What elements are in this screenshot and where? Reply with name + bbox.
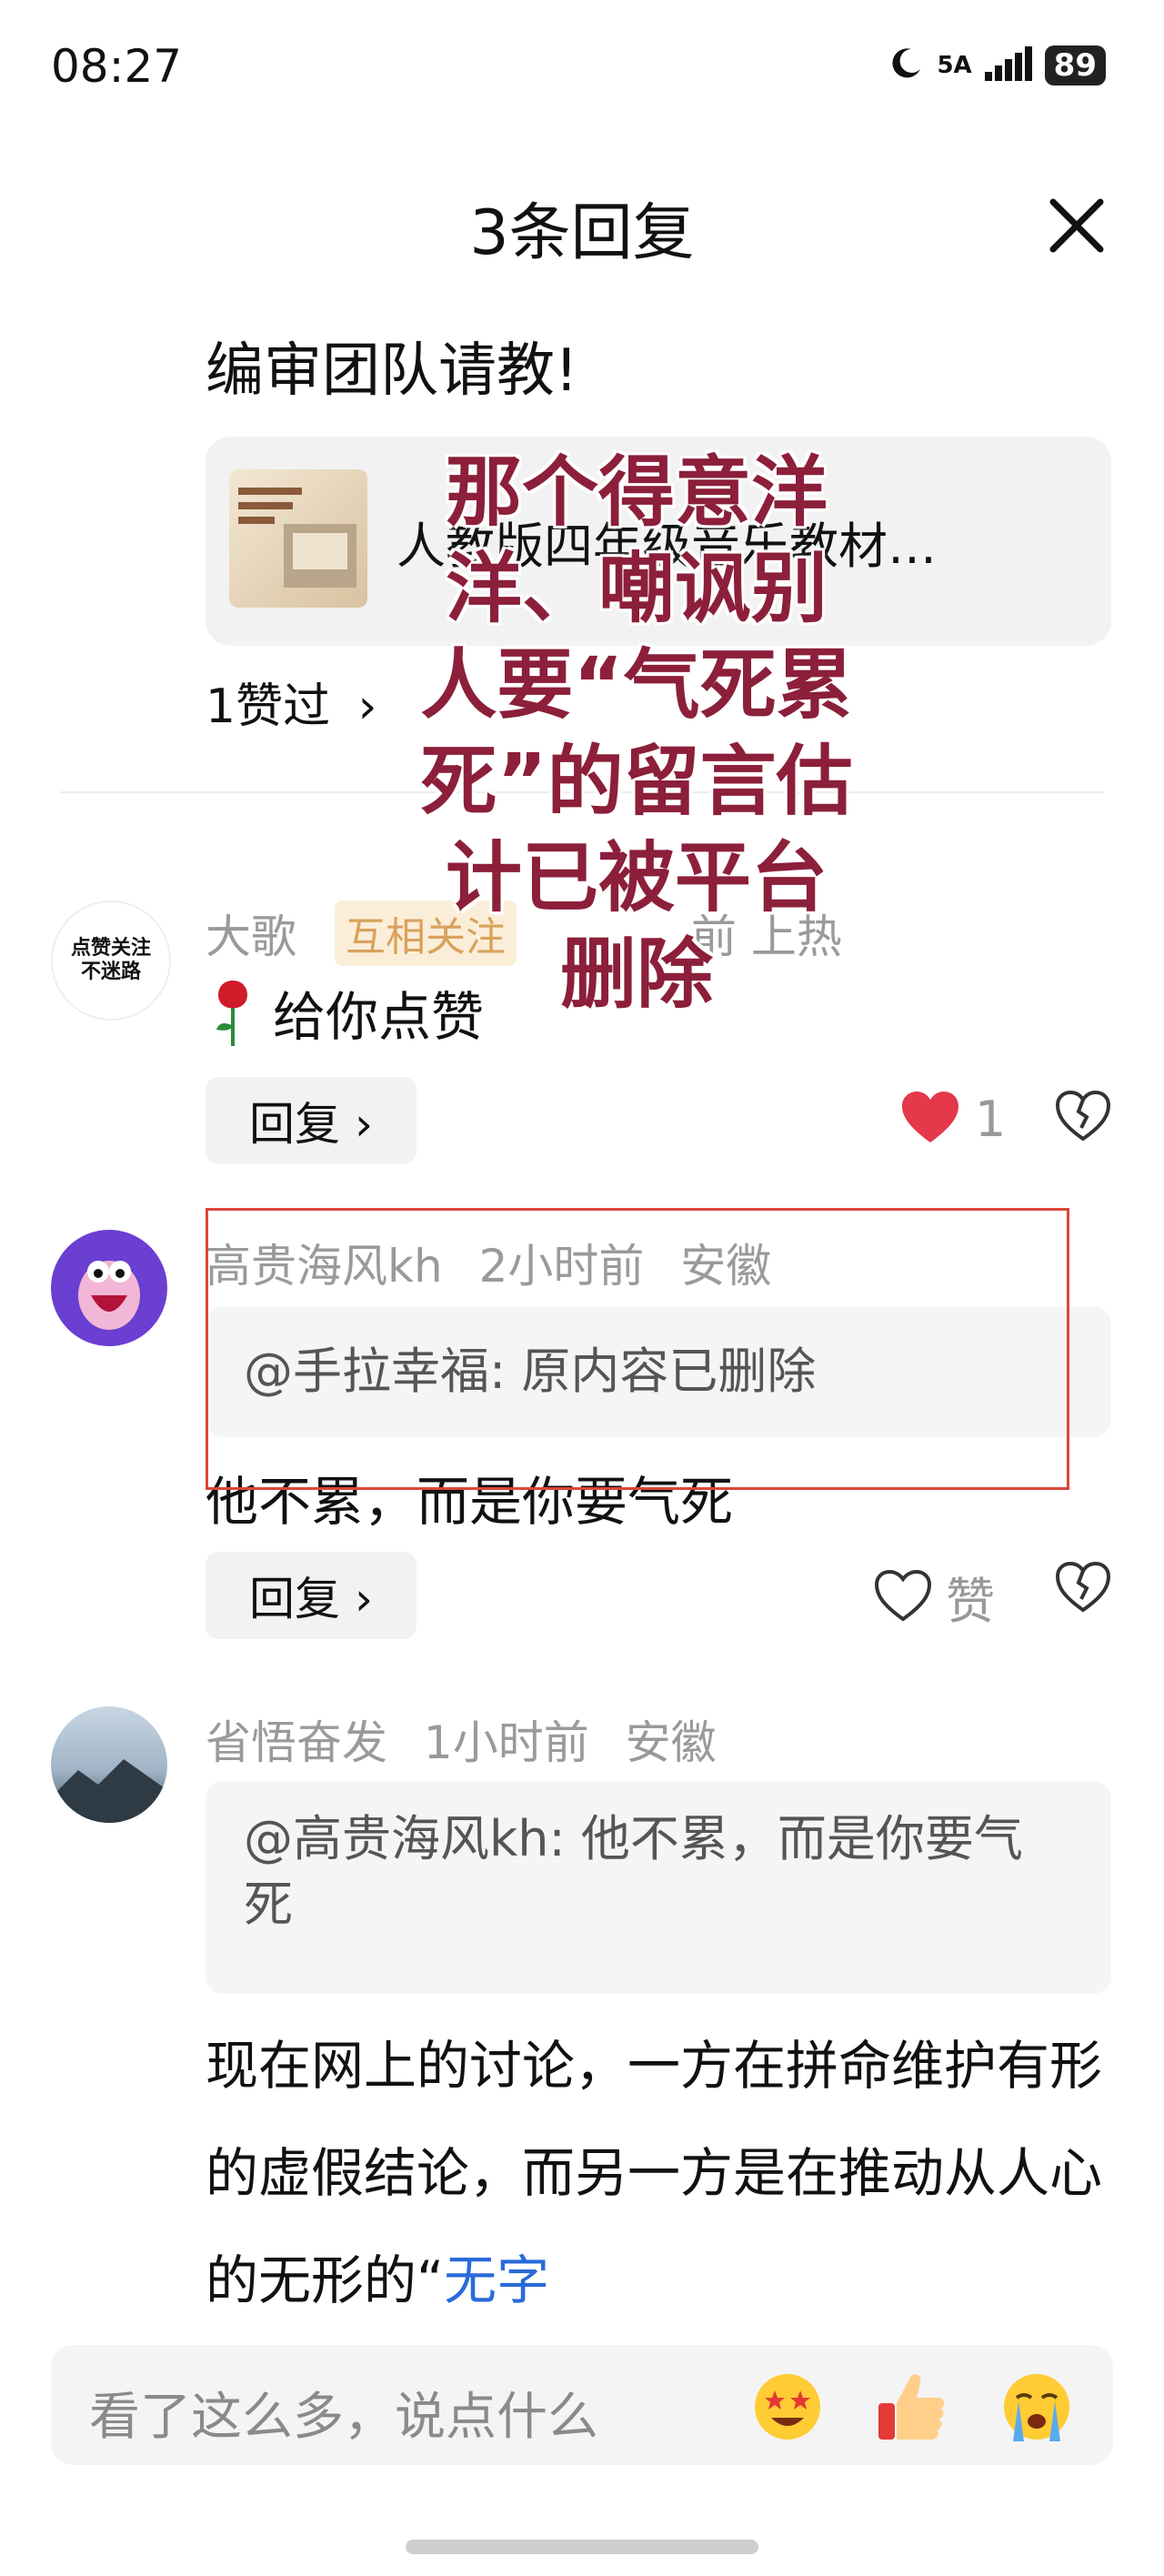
overlay-line: 死”的留言估 [420,737,853,826]
like-button[interactable]: 赞 [873,1561,995,1633]
post-text-tail: 编审团队请教! [206,337,578,405]
comment-location: 安徽 [625,1716,717,1769]
heart-filled-icon [900,1090,960,1148]
star-eyes-emoji-icon[interactable] [751,2370,824,2447]
comment-text: 现在网上的讨论，一方在拼命维护有形的虚假结论，而另一方是在推动从人心的无形的“无… [206,2012,1115,2334]
reply-button[interactable]: 回复 › [206,1077,416,1164]
crying-emoji-icon[interactable] [1000,2370,1073,2447]
comment-username[interactable]: 省悟奋发 [206,1716,387,1769]
moon-icon [888,45,924,86]
network-label: 5A [937,52,972,79]
comment-time: 1小时前 [423,1716,589,1769]
rose-icon [206,973,260,1052]
overlay-line: 删除 [559,930,713,1019]
link-card-thumbnail [229,469,367,608]
avatar[interactable] [51,1230,167,1346]
overlay-line: 洋、嘲讽别 [445,544,828,633]
broken-heart-icon [1055,1561,1111,1613]
comment-username[interactable]: 大歌 [206,901,296,966]
chevron-right-icon: › [357,679,377,734]
status-icons: 5A 89 [888,45,1106,86]
avatar-caption: 点赞关注 不迷路 [70,937,151,983]
dislike-button[interactable] [1055,1090,1111,1146]
quoted-reply: @高贵海风kh: 他不累，而是你要气死 [206,1781,1111,1994]
heart-outline-icon [873,1568,933,1626]
overlay-line: 那个得意洋 [445,448,828,537]
avatar[interactable]: 点赞关注 不迷路 [51,901,171,1021]
battery-indicator: 89 [1044,45,1106,86]
close-button[interactable] [1040,189,1113,262]
status-time: 08:27 [51,40,183,93]
signal-icon [984,46,1032,85]
like-label: 赞 [946,1573,995,1630]
like-count: 1 [975,1090,1007,1148]
likes-label: 1赞过 [206,679,331,734]
comment-text-plain: 现在网上的讨论，一方在拼命维护有形的虚假结论，而另一方是在推动从人心的无形的“ [206,2035,1103,2311]
overlay-annotation: 那个得意洋 洋、嘲讽别 人要“气死累 死”的留言估 计已被平台 删除 [382,444,891,1022]
page-title: 3条回复 [469,197,695,269]
likes-summary[interactable]: 1赞过 › [206,668,376,736]
avatar[interactable] [51,1706,167,1823]
reply-button[interactable]: 回复 › [206,1552,416,1639]
comment-link[interactable]: 无字 [444,2249,549,2311]
like-button[interactable]: 1 [900,1090,1006,1148]
dislike-button[interactable] [1055,1561,1111,1617]
close-icon [1049,198,1104,253]
thumbs-up-emoji-icon[interactable] [875,2367,948,2449]
overlay-line: 人要“气死累 [420,640,853,730]
comment-header: 省悟奋发 1小时前 安徽 [206,1706,717,1772]
comment-input[interactable]: 看了这么多，说点什么 [89,2376,598,2450]
highlight-box [206,1208,1069,1490]
overlay-line: 计已被平台 [445,833,828,922]
home-indicator[interactable] [406,2540,758,2554]
broken-heart-icon [1055,1090,1111,1142]
